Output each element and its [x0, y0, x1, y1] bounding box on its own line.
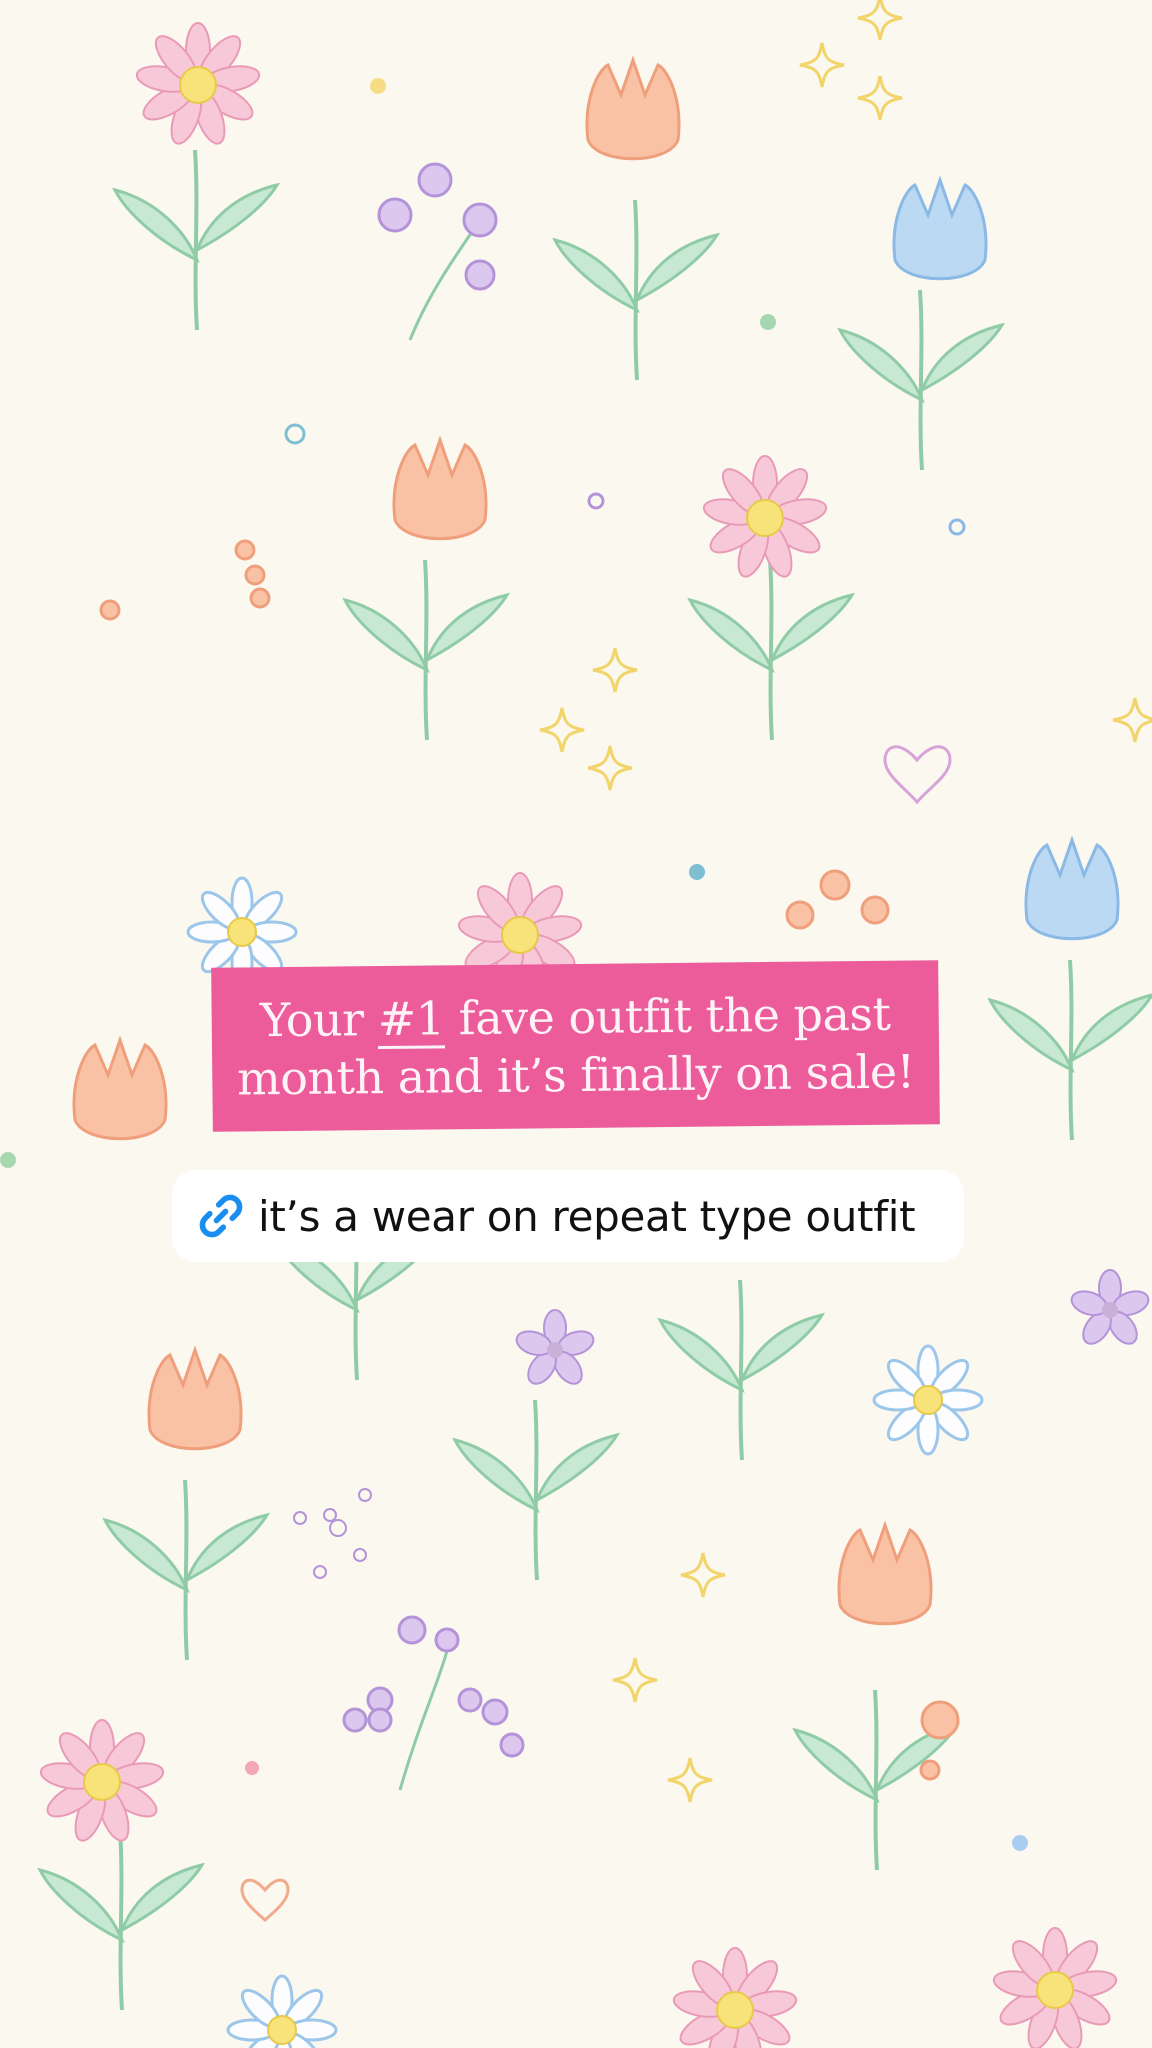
- caption-part1: Your: [259, 992, 378, 1048]
- story-caption-box: Your #1 fave outfit the past month and i…: [211, 960, 940, 1132]
- caption-part2: fave outfit the past: [444, 986, 891, 1046]
- caption-line2: month and it’s finally on sale!: [236, 1044, 915, 1106]
- caption-hashtag[interactable]: #1: [377, 991, 445, 1050]
- link-sticker[interactable]: it’s a wear on repeat type outfit: [172, 1170, 964, 1262]
- link-sticker-label: it’s a wear on repeat type outfit: [258, 1191, 916, 1241]
- link-icon: [199, 1194, 243, 1238]
- story-caption: Your #1 fave outfit the past month and i…: [236, 984, 915, 1107]
